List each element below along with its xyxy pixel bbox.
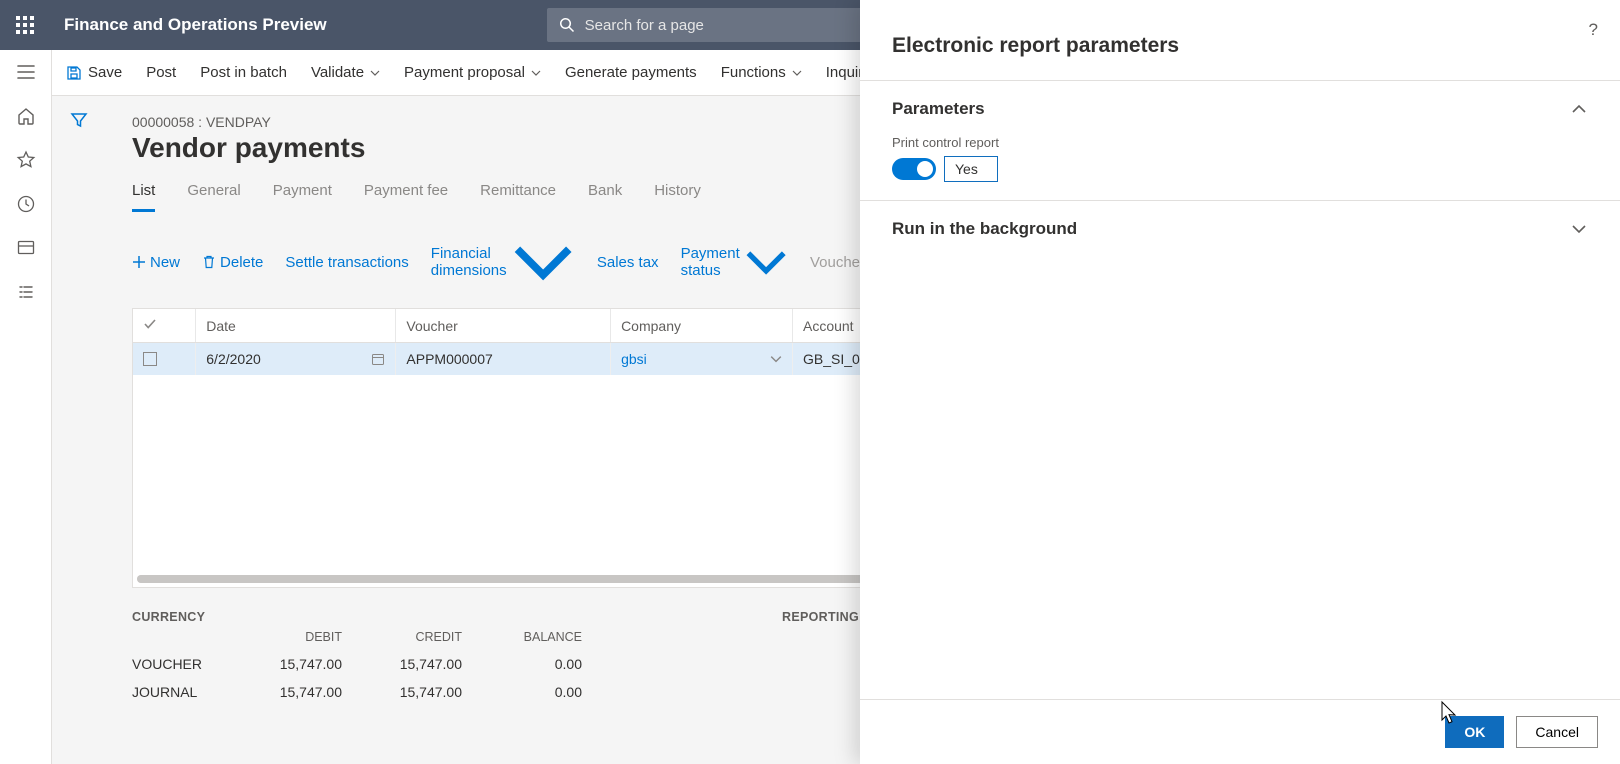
app-launcher-button[interactable] — [0, 0, 50, 50]
print-control-value[interactable]: Yes — [944, 156, 998, 182]
filter-icon — [69, 110, 89, 130]
currency-heading: CURRENCY — [132, 610, 582, 624]
new-row-button[interactable]: New — [132, 254, 180, 271]
post-batch-button[interactable]: Post in batch — [200, 64, 287, 81]
chevron-down-icon — [370, 68, 380, 78]
left-nav-rail — [0, 50, 52, 764]
modules-list-icon[interactable] — [16, 282, 36, 302]
validate-menu[interactable]: Validate — [311, 64, 380, 81]
tab-general[interactable]: General — [187, 182, 240, 212]
chevron-down-icon — [744, 240, 788, 284]
run-in-background-section: Run in the background — [860, 200, 1620, 257]
chevron-down-icon — [792, 68, 802, 78]
print-control-toggle[interactable] — [892, 158, 936, 180]
financial-dimensions-menu[interactable]: Financial dimensions — [431, 230, 575, 294]
calendar-icon — [371, 352, 385, 366]
save-label: Save — [88, 64, 122, 81]
tab-list[interactable]: List — [132, 182, 155, 212]
chevron-down-icon — [531, 68, 541, 78]
recent-clock-icon[interactable] — [16, 194, 36, 214]
ok-button[interactable]: OK — [1445, 716, 1504, 748]
parameters-header[interactable]: Parameters — [892, 99, 1588, 119]
column-date[interactable]: Date — [196, 309, 396, 343]
column-company[interactable]: Company — [611, 309, 793, 343]
tab-history[interactable]: History — [654, 182, 701, 212]
hamburger-icon[interactable] — [16, 62, 36, 82]
search-placeholder: Search for a page — [585, 17, 704, 34]
generate-payments-button[interactable]: Generate payments — [565, 64, 697, 81]
post-button[interactable]: Post — [146, 64, 176, 81]
run-in-background-header[interactable]: Run in the background — [892, 219, 1588, 239]
trash-icon — [202, 255, 216, 269]
voucher-total-row: VOUCHER15,747.0015,747.000.00 — [132, 644, 582, 672]
cell-company[interactable]: gbsi — [611, 343, 793, 376]
panel-footer: OK Cancel — [860, 699, 1620, 764]
chevron-down-icon — [511, 230, 575, 294]
tab-bank[interactable]: Bank — [588, 182, 622, 212]
payment-proposal-menu[interactable]: Payment proposal — [404, 64, 541, 81]
parameters-section: Parameters Print control report Yes — [860, 80, 1620, 200]
settle-transactions-button[interactable]: Settle transactions — [285, 254, 408, 271]
panel-title: Electronic report parameters — [860, 0, 1620, 80]
workspace-icon[interactable] — [16, 238, 36, 258]
payment-status-menu[interactable]: Payment status — [681, 240, 788, 284]
cell-date[interactable]: 6/2/2020 — [196, 343, 396, 376]
journal-total-row: JOURNAL15,747.0015,747.000.00 — [132, 672, 582, 700]
print-control-label: Print control report — [892, 135, 1588, 150]
report-parameters-panel: ? Electronic report parameters Parameter… — [860, 0, 1620, 764]
save-icon — [66, 65, 82, 81]
checkbox-icon — [143, 352, 157, 366]
help-icon[interactable]: ? — [1589, 20, 1598, 40]
chevron-down-icon — [770, 353, 782, 365]
row-checkbox[interactable] — [133, 343, 196, 376]
favorite-star-icon[interactable] — [16, 150, 36, 170]
cancel-button[interactable]: Cancel — [1516, 716, 1598, 748]
cell-voucher[interactable]: APPM000007 — [396, 343, 611, 376]
waffle-icon — [16, 16, 34, 34]
column-voucher[interactable]: Voucher — [396, 309, 611, 343]
tab-payment-fee[interactable]: Payment fee — [364, 182, 448, 212]
search-icon — [559, 17, 575, 33]
chevron-down-icon — [1570, 220, 1588, 238]
currency-totals: CURRENCY DEBITCREDITBALANCE VOUCHER15,74… — [132, 610, 582, 700]
save-button[interactable]: Save — [66, 64, 122, 81]
column-select[interactable] — [133, 309, 196, 343]
sales-tax-button[interactable]: Sales tax — [597, 254, 659, 271]
chevron-up-icon — [1570, 100, 1588, 118]
filter-pane-toggle[interactable] — [52, 96, 106, 144]
plus-icon — [132, 255, 146, 269]
home-icon[interactable] — [16, 106, 36, 126]
tab-payment[interactable]: Payment — [273, 182, 332, 212]
tab-remittance[interactable]: Remittance — [480, 182, 556, 212]
app-title: Finance and Operations Preview — [64, 15, 327, 35]
voucher-button[interactable]: Voucher — [810, 254, 865, 271]
delete-row-button[interactable]: Delete — [202, 254, 263, 271]
functions-menu[interactable]: Functions — [721, 64, 802, 81]
checkmark-icon — [143, 317, 157, 331]
